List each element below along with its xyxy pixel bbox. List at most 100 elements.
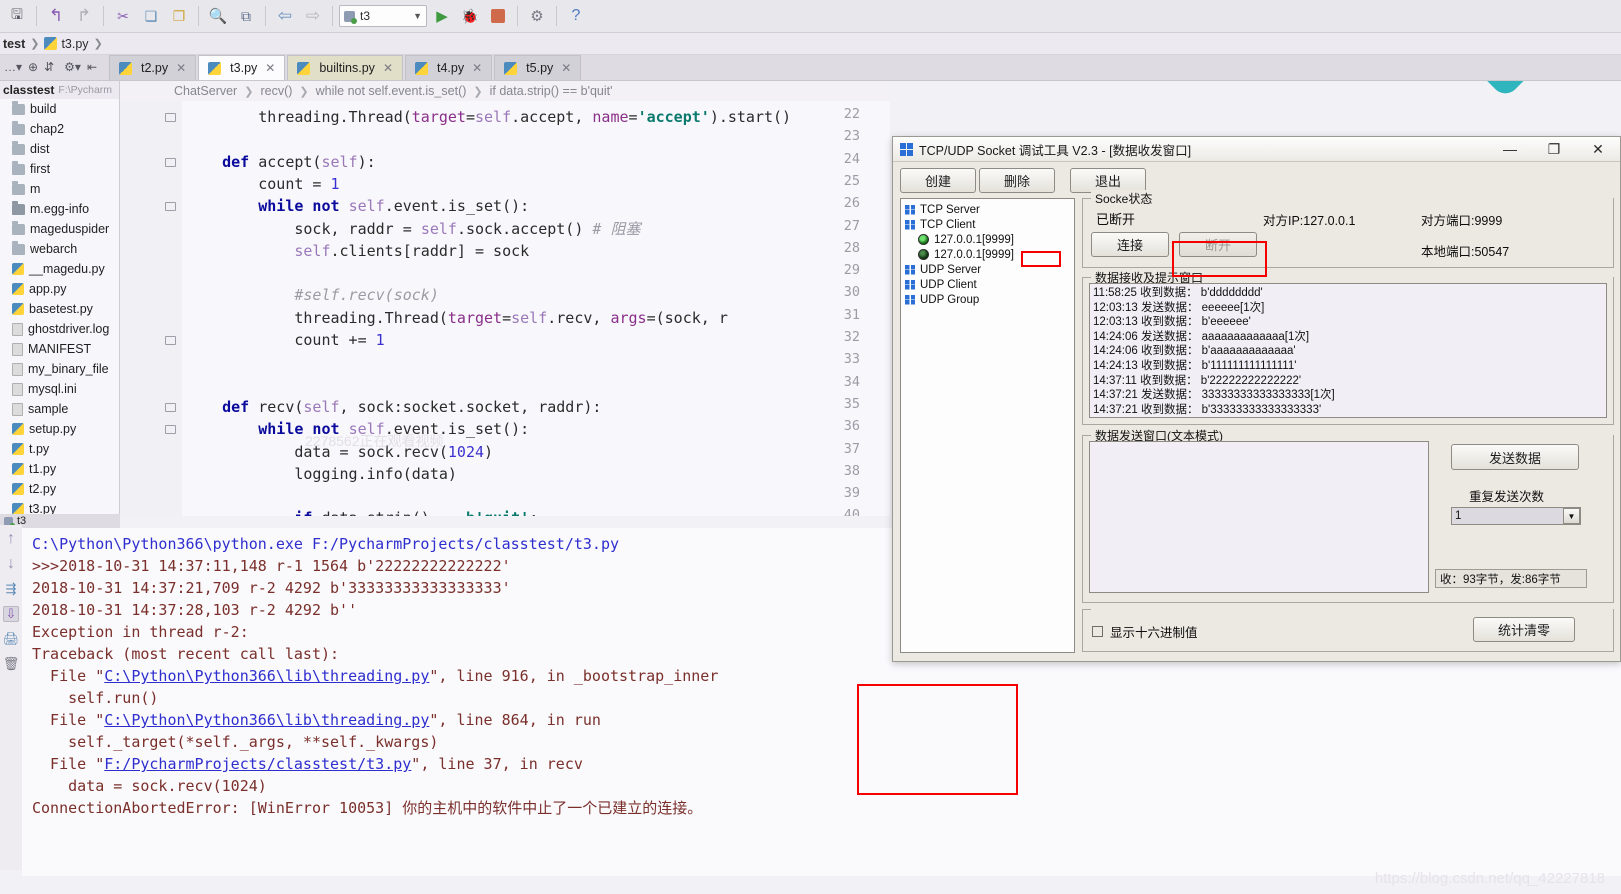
tree-item[interactable]: sample <box>0 399 119 419</box>
close-tab-icon[interactable]: ✕ <box>176 61 186 75</box>
receive-log-list[interactable]: 11:58:25 收到数据： b'dddddddd' 12:03:13 发送数据：… <box>1089 283 1607 418</box>
editor-tab[interactable]: t4.py ✕ <box>405 55 493 80</box>
fold-marker-icon[interactable] <box>164 110 176 122</box>
tab-label: t5.py <box>526 61 554 75</box>
editor-body[interactable]: 22 23 24 25 26 27 28 29 30 31 32 33 34 35 36 37 38 39 40 t… <box>120 101 890 516</box>
tree-item[interactable]: ghostdriver.log <box>0 319 119 339</box>
editor-breadcrumb-item[interactable]: recv() <box>260 84 292 98</box>
tree-item[interactable]: first <box>0 159 119 179</box>
tree-item-label: sample <box>28 402 69 416</box>
console-line: data = sock.recv(1024) <box>32 777 267 795</box>
find-replace-icon[interactable]: ⧉ <box>233 3 259 29</box>
editor-breadcrumb-item[interactable]: if data.strip() == b'quit' <box>490 84 613 98</box>
tree-item[interactable]: setup.py <box>0 419 119 439</box>
redo-icon[interactable]: ↱ <box>71 3 97 29</box>
editor-tab[interactable]: t3.py ✕ <box>198 55 286 80</box>
tree-item[interactable]: __magedu.py <box>0 259 119 279</box>
trash-icon[interactable]: 🗑 <box>3 656 20 672</box>
tree-item[interactable]: t2.py <box>0 479 119 499</box>
tree-item[interactable]: build <box>0 99 119 119</box>
editor-tab[interactable]: t2.py ✕ <box>109 55 197 80</box>
send-data-textarea[interactable] <box>1089 441 1429 593</box>
arrow-up-icon[interactable]: ↑ <box>3 530 19 547</box>
settings-icon[interactable]: ⚙▾ <box>64 60 81 74</box>
close-tab-icon[interactable]: ✕ <box>472 61 482 75</box>
editor-breadcrumb-item[interactable]: ChatServer <box>174 84 237 98</box>
delete-button[interactable]: 删除 <box>979 168 1055 193</box>
file-icon <box>12 322 23 336</box>
paste-icon[interactable]: ❐ <box>166 3 192 29</box>
send-data-button[interactable]: 发送数据 <box>1451 444 1579 470</box>
run-icon[interactable]: ▶ <box>429 3 455 29</box>
socket-tree-item[interactable]: UDP Group <box>905 292 1074 307</box>
tree-item[interactable]: mysql.ini <box>0 379 119 399</box>
maximize-button[interactable]: ❐ <box>1532 137 1576 161</box>
code-line: count = 1 <box>186 174 340 193</box>
target-icon[interactable]: ⊕ <box>28 60 38 74</box>
tree-item[interactable]: basetest.py <box>0 299 119 319</box>
editor-tab[interactable]: builtins.py ✕ <box>287 55 403 80</box>
clear-stats-button[interactable]: 统计清零 <box>1473 617 1575 642</box>
show-hex-checkbox[interactable] <box>1092 626 1103 637</box>
tree-item-label: m.egg-info <box>30 202 90 216</box>
close-tab-icon[interactable]: ✕ <box>561 61 571 75</box>
undo-icon[interactable]: ↰ <box>43 3 69 29</box>
hide-icon[interactable]: ⇤ <box>87 60 97 74</box>
tree-item[interactable]: t1.py <box>0 459 119 479</box>
fold-marker-icon[interactable] <box>164 199 176 212</box>
socket-tree-item[interactable]: UDP Client <box>905 277 1074 292</box>
editor-breadcrumb-item[interactable]: while not self.event.is_set() <box>316 84 467 98</box>
stop-icon[interactable] <box>485 3 511 29</box>
code-line: while not self.event.is_set(): <box>258 197 530 216</box>
collapse-icon[interactable]: …▾ <box>4 60 22 74</box>
close-tab-icon[interactable]: ✕ <box>383 61 393 75</box>
socket-tree-item[interactable]: 127.0.0.1[9999] <box>905 232 1074 247</box>
print-icon[interactable]: 🖨 <box>3 631 20 647</box>
breadcrumb-project[interactable]: test <box>3 37 25 51</box>
fold-marker-icon[interactable] <box>164 333 176 345</box>
arrow-down-icon[interactable]: ↓ <box>3 555 19 572</box>
forward-icon[interactable]: ⇨ <box>300 3 326 29</box>
back-icon[interactable]: ⇦ <box>272 3 298 29</box>
tree-item[interactable]: chap2 <box>0 119 119 139</box>
tree-item[interactable]: m <box>0 179 119 199</box>
soft-wrap-icon[interactable]: ⇶ <box>3 581 19 597</box>
debug-icon[interactable]: 🐞 <box>457 3 483 29</box>
socket-tree-item[interactable]: TCP Client <box>905 217 1074 232</box>
fold-marker-icon[interactable] <box>164 400 176 412</box>
folder-icon <box>12 160 25 175</box>
chevron-down-icon[interactable]: ▼ <box>1563 508 1580 524</box>
hex-checkbox-row[interactable]: 显示十六进制值 <box>1092 622 1198 641</box>
tree-item[interactable]: MANIFEST <box>0 339 119 359</box>
connect-button[interactable]: 连接 <box>1091 232 1169 257</box>
tree-item[interactable]: mageduspider <box>0 219 119 239</box>
python-file-icon <box>297 61 311 75</box>
tree-item[interactable]: webarch <box>0 239 119 259</box>
editor-tab[interactable]: t5.py ✕ <box>494 55 582 80</box>
minimize-button[interactable]: — <box>1488 137 1532 161</box>
annotation-rect-tree <box>1021 251 1061 267</box>
fold-marker-icon[interactable] <box>164 155 176 167</box>
gear-icon[interactable]: ⚙ <box>524 3 550 29</box>
create-button[interactable]: 创建 <box>900 168 976 193</box>
search-icon[interactable]: 🔍 <box>205 3 231 29</box>
line-number: 25 <box>843 172 860 189</box>
tree-item[interactable]: dist <box>0 139 119 159</box>
close-button[interactable]: ✕ <box>1576 137 1620 161</box>
scroll-to-end-icon[interactable]: ⇩ <box>3 606 19 622</box>
tree-item[interactable]: m.egg-info <box>0 199 119 219</box>
copy-icon[interactable]: ❏ <box>138 3 164 29</box>
tree-item[interactable]: t.py <box>0 439 119 459</box>
run-configuration-selector[interactable]: t3 ▼ <box>339 5 427 27</box>
tree-item[interactable]: app.py <box>0 279 119 299</box>
repeat-count-select[interactable]: 1 ▼ <box>1451 507 1581 525</box>
fold-marker-icon[interactable] <box>164 422 176 435</box>
breadcrumb-file[interactable]: t3.py <box>61 37 88 51</box>
close-tab-icon[interactable]: ✕ <box>265 61 275 75</box>
save-all-icon[interactable]: 🖫 <box>4 3 30 29</box>
socket-tree-item[interactable]: TCP Server <box>905 202 1074 217</box>
cut-icon[interactable]: ✂ <box>110 3 136 29</box>
tree-item[interactable]: my_binary_file <box>0 359 119 379</box>
help-icon[interactable]: ? <box>563 3 589 29</box>
collapse-all-icon[interactable]: ⇵ <box>44 60 54 74</box>
